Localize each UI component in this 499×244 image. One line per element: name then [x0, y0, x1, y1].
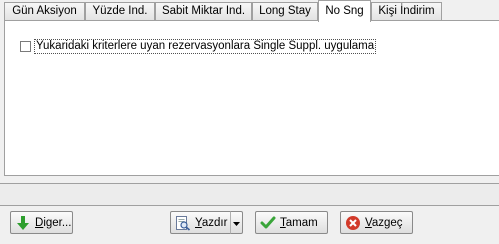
tab-yuzde-ind[interactable]: Yüzde Ind. [85, 2, 155, 20]
tab-kisi-indirim[interactable]: Kişi İndirim [371, 2, 442, 20]
cancel-button[interactable]: Vazgeç [340, 211, 413, 234]
print-button[interactable]: Yazdır [170, 211, 231, 234]
other-button[interactable]: Diger... [10, 211, 73, 234]
tab-strip: Gün Aksiyon Yüzde Ind. Sabit Miktar Ind.… [0, 0, 499, 22]
other-button-label: Diger... [35, 216, 72, 229]
ok-button-label: Tamam [280, 216, 318, 229]
chevron-down-icon [233, 217, 240, 229]
tab-long-stay[interactable]: Long Stay [252, 2, 318, 20]
arrow-down-icon [15, 215, 31, 231]
cancel-icon [345, 215, 361, 231]
status-bar [0, 183, 499, 206]
single-suppl-checkbox[interactable] [20, 41, 31, 52]
single-suppl-option[interactable]: Yukaridaki kriterlere uyan rezervasyonla… [20, 39, 377, 54]
print-menu-button[interactable] [230, 211, 243, 234]
tab-sabit-miktar-ind[interactable]: Sabit Miktar Ind. [155, 2, 252, 20]
tab-gun-aksiyon[interactable]: Gün Aksiyon [4, 2, 85, 20]
tab-no-sng[interactable]: No Sng [318, 0, 371, 22]
print-button-label: Yazdır [195, 216, 228, 229]
ok-button[interactable]: Tamam [255, 211, 328, 234]
checkmark-icon [260, 215, 276, 231]
cancel-button-label: Vazgeç [365, 216, 403, 229]
print-preview-icon [175, 215, 191, 231]
tab-panel-no-sng: Yukaridaki kriterlere uyan rezervasyonla… [4, 20, 499, 176]
single-suppl-label[interactable]: Yukaridaki kriterlere uyan rezervasyonla… [34, 39, 377, 54]
